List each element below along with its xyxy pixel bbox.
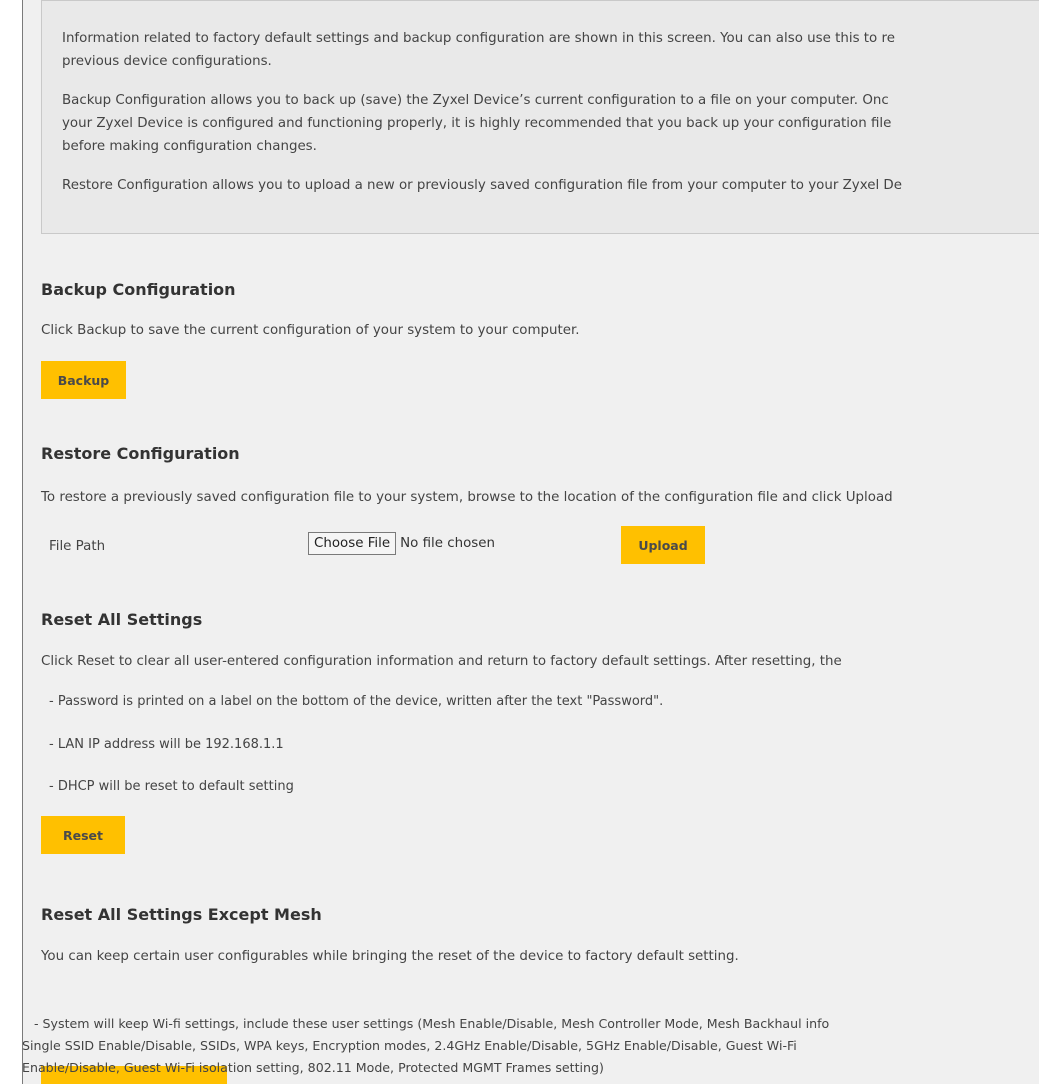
reset-note-dhcp: - DHCP will be reset to default setting <box>49 779 294 794</box>
info-text: Restore Configuration allows you to uplo… <box>62 178 902 193</box>
upload-button[interactable]: Upload <box>621 526 705 564</box>
info-paragraph-intro: Information related to factory default s… <box>62 27 1039 73</box>
info-text: Backup Configuration allows you to back … <box>62 93 889 108</box>
info-text: previous device configurations. <box>62 54 272 69</box>
reset-mesh-detail-line: Enable/Disable, Guest Wi-Fi isolation se… <box>22 1060 604 1075</box>
reset-mesh-section-title: Reset All Settings Except Mesh <box>41 905 322 924</box>
backup-section-title: Backup Configuration <box>41 280 236 299</box>
reset-section-title: Reset All Settings <box>41 610 203 629</box>
restore-description: To restore a previously saved configurat… <box>41 490 893 505</box>
file-input[interactable]: Choose File No file chosen <box>308 532 495 555</box>
choose-file-button[interactable]: Choose File <box>308 532 397 555</box>
info-box: Information related to factory default s… <box>41 0 1039 234</box>
info-paragraph-backup: Backup Configuration allows you to back … <box>62 89 1039 158</box>
backup-description: Click Backup to save the current configu… <box>41 323 580 338</box>
file-path-label: File Path <box>49 539 106 554</box>
reset-note-password: - Password is printed on a label on the … <box>49 694 664 709</box>
reset-mesh-detail-line: - System will keep Wi-fi settings, inclu… <box>22 1016 830 1031</box>
file-status-text: No file chosen <box>400 536 495 551</box>
reset-mesh-detail-line: Single SSID Enable/Disable, SSIDs, WPA k… <box>22 1038 797 1053</box>
maintenance-panel: Information related to factory default s… <box>22 0 1039 1084</box>
reset-mesh-detail: - System will keep Wi-fi settings, inclu… <box>0 1013 1039 1079</box>
info-text: before making configuration changes. <box>62 139 317 154</box>
reset-note-lan-ip: - LAN IP address will be 192.168.1.1 <box>49 737 284 752</box>
reset-mesh-description: You can keep certain user configurables … <box>41 949 739 964</box>
info-paragraph-restore: Restore Configuration allows you to uplo… <box>62 174 1039 197</box>
info-text: your Zyxel Device is configured and func… <box>62 116 892 131</box>
reset-description: Click Reset to clear all user-entered co… <box>41 654 842 669</box>
backup-button[interactable]: Backup <box>41 361 126 399</box>
reset-button[interactable]: Reset <box>41 816 125 854</box>
restore-section-title: Restore Configuration <box>41 444 240 463</box>
info-text: Information related to factory default s… <box>62 31 895 46</box>
